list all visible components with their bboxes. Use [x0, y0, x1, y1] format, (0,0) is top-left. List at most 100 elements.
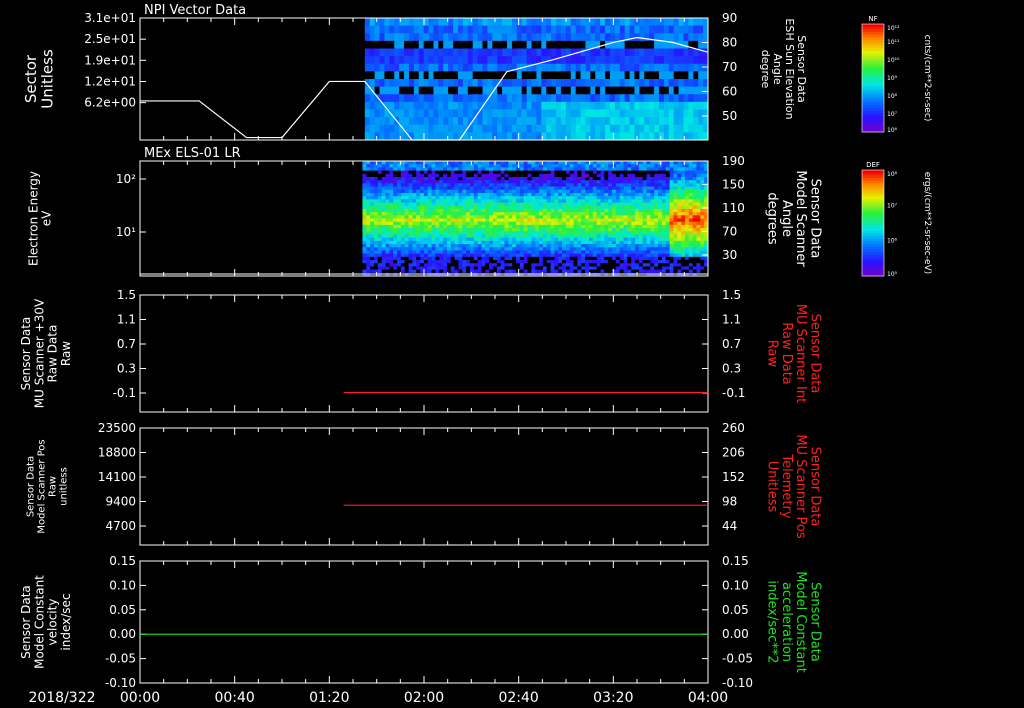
heatmap-cell: [466, 192, 471, 197]
heatmap-cell: [635, 199, 640, 203]
heatmap-cell: [423, 40, 430, 49]
heatmap-cell: [577, 186, 582, 191]
heatmap-cell: [373, 212, 379, 216]
heatmap-cell: [454, 260, 459, 264]
heatmap-cell: [458, 234, 463, 239]
heatmap-cell: [493, 266, 498, 271]
left-tick-label: 0.7: [117, 337, 136, 351]
heatmap-cell: [570, 101, 577, 110]
heatmap-cell: [433, 117, 439, 126]
heatmap-cell: [431, 215, 436, 219]
heatmap-cell: [412, 234, 417, 239]
heatmap-cell: [431, 250, 436, 255]
heatmap-cell: [427, 173, 432, 178]
heatmap-cell: [646, 199, 651, 203]
heatmap-cell: [644, 40, 650, 49]
heatmap-cell: [446, 234, 452, 239]
heatmap-cell: [627, 247, 632, 251]
heatmap-cell: [373, 170, 379, 175]
heatmap-cell: [551, 40, 557, 49]
time-tick-label: 02:00: [404, 690, 444, 706]
heatmap-cell: [546, 71, 552, 80]
panel-4: 235001880014100940047002602061529844Sens…: [26, 421, 822, 546]
heatmap-cell: [377, 228, 383, 232]
heatmap-cell: [684, 247, 690, 251]
heatmap-cell: [661, 228, 667, 232]
heatmap-cell: [539, 170, 544, 175]
heatmap-cell: [400, 212, 406, 216]
heatmap-cell: [527, 215, 532, 219]
heatmap-cell: [615, 234, 621, 239]
right-axis-label-line: Model Constant: [793, 571, 808, 673]
heatmap-cell: [408, 253, 413, 258]
heatmap-cell: [466, 167, 471, 171]
heatmap-cell: [496, 205, 502, 210]
heatmap-cell: [523, 180, 528, 184]
heatmap-cell: [673, 176, 678, 181]
heatmap-cell: [546, 164, 551, 168]
heatmap-cell: [458, 180, 463, 184]
heatmap-cell: [596, 215, 601, 219]
heatmap-cell: [573, 247, 578, 251]
heatmap-cell: [389, 247, 394, 251]
heatmap-cell: [683, 101, 689, 110]
heatmap-cell: [519, 237, 525, 242]
heatmap-cell: [558, 164, 563, 168]
heatmap-cell: [500, 161, 505, 165]
heatmap-cell: [469, 186, 475, 191]
heatmap-cell: [650, 164, 655, 168]
heatmap-cell: [450, 199, 456, 203]
heatmap-cell: [428, 33, 434, 42]
heatmap-cell: [370, 183, 375, 187]
colorbar-mid-label: 10⁷: [887, 111, 898, 118]
heatmap-cell: [416, 202, 421, 207]
heatmap-cell: [588, 176, 594, 181]
heatmap-cell: [423, 180, 429, 184]
heatmap-cell: [374, 56, 381, 65]
heatmap-cell: [531, 192, 536, 197]
heatmap-cell: [512, 221, 517, 226]
heatmap-cell: [673, 269, 678, 274]
heatmap-cell: [600, 101, 606, 110]
heatmap-cell: [389, 263, 394, 267]
heatmap-cell: [678, 18, 684, 27]
heatmap-cell: [615, 164, 621, 168]
heatmap-cell: [512, 215, 517, 219]
heatmap-cell: [516, 189, 521, 194]
heatmap-cell: [556, 86, 562, 95]
heatmap-cell: [688, 164, 694, 168]
heatmap-cell: [531, 170, 536, 175]
heatmap-cell: [458, 167, 463, 171]
heatmap-cell: [565, 205, 571, 210]
heatmap-cell: [688, 56, 694, 65]
heatmap-cell: [413, 18, 420, 27]
heatmap-cell: [381, 186, 386, 191]
heatmap-cell: [585, 33, 591, 42]
heatmap-cell: [370, 199, 375, 203]
heatmap-cell: [481, 164, 486, 168]
heatmap-cell: [595, 79, 601, 88]
right-axis-label-line: MU Scanner Pos: [793, 434, 808, 539]
heatmap-cell: [413, 25, 420, 34]
heatmap-cell: [604, 256, 609, 261]
heatmap-cell: [639, 63, 645, 72]
heatmap-cell: [681, 199, 686, 203]
heatmap-cell: [590, 94, 596, 103]
heatmap-cell: [692, 186, 697, 191]
heatmap-cell: [585, 86, 591, 95]
heatmap-cell: [580, 33, 586, 42]
heatmap-cell: [473, 263, 479, 267]
heatmap-cell: [649, 132, 655, 141]
heatmap-cell: [696, 218, 701, 223]
heatmap-cell: [393, 247, 398, 251]
colorbar-1: NF10¹²10¹¹10¹⁰10⁹10⁸10⁷10⁶cnts/(cm**2-sr…: [861, 15, 932, 134]
heatmap-cell: [531, 234, 536, 239]
heatmap-cell: [443, 253, 448, 258]
heatmap-cell: [404, 212, 409, 216]
right-tick-label: -0.05: [722, 652, 753, 666]
heatmap-cell: [539, 176, 544, 181]
heatmap-cell: [592, 180, 598, 184]
heatmap-cell: [462, 117, 469, 126]
heatmap-cell: [489, 244, 494, 248]
heatmap-cell: [496, 221, 502, 226]
